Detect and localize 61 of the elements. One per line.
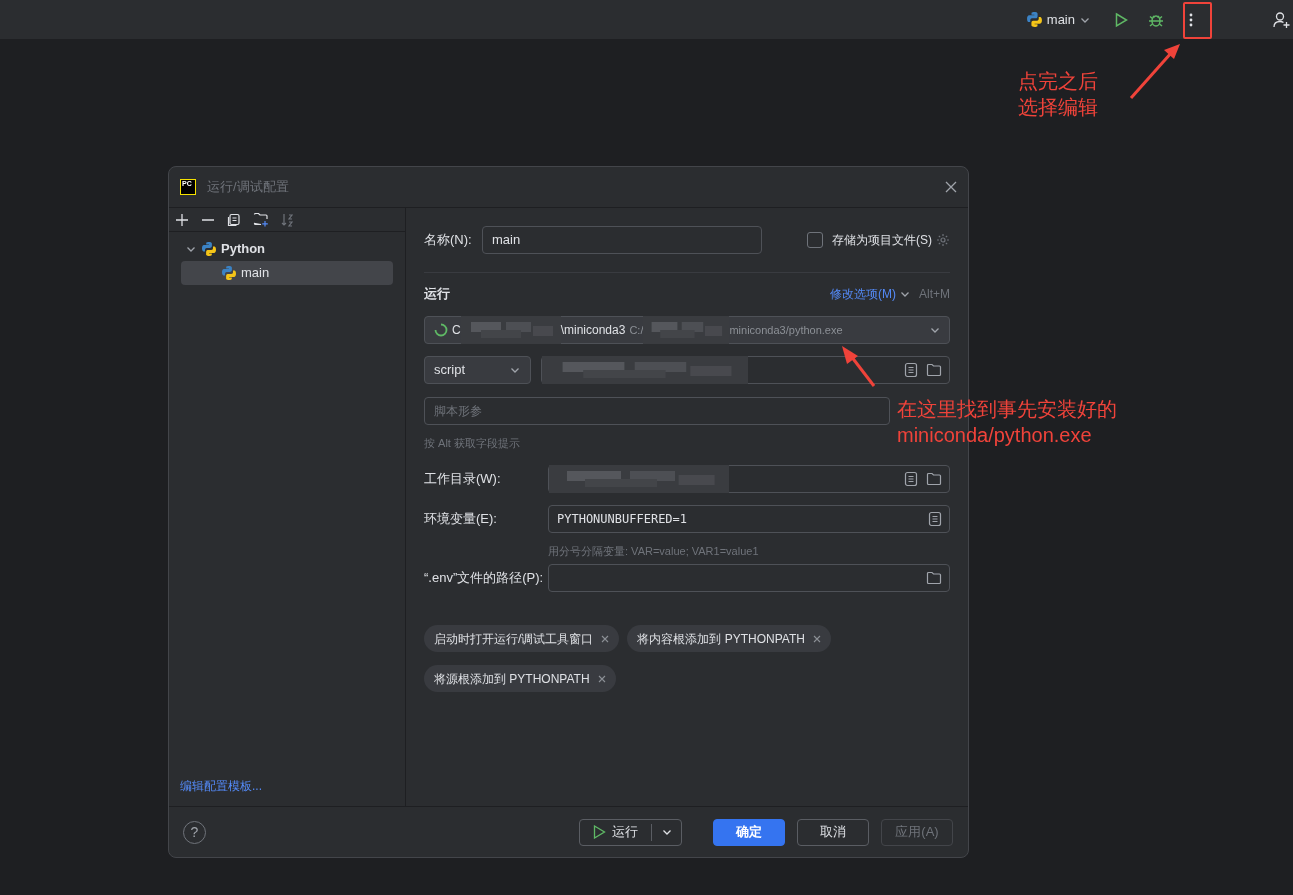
field-label: 环境变量(E): bbox=[424, 509, 498, 528]
edit-templates-link[interactable]: 编辑配置模板... bbox=[169, 777, 405, 806]
arrow-drawing bbox=[1128, 42, 1182, 100]
document-icon[interactable] bbox=[904, 470, 918, 487]
hint-text: 用分号分隔变量: VAR=value; VAR1=value1 bbox=[548, 543, 760, 559]
dialog-title: 运行/调试配置 bbox=[207, 178, 289, 197]
close-icon[interactable] bbox=[945, 181, 957, 193]
annotation-text: 点完之后 选择编辑 bbox=[1018, 69, 1098, 120]
document-icon[interactable] bbox=[928, 510, 942, 527]
loading-spinner-icon bbox=[434, 323, 448, 337]
dialog-button[interactable]: 确定 bbox=[713, 818, 785, 846]
script-path-field[interactable] bbox=[541, 356, 950, 384]
option-chip[interactable]: 启动时打开运行/调试工具窗口 bbox=[424, 625, 620, 652]
checkbox[interactable] bbox=[807, 232, 823, 248]
python-icon bbox=[201, 241, 217, 257]
interpreter-dropdown[interactable]: C \miniconda3 C:/ miniconda3/python.exe bbox=[424, 316, 950, 344]
interpreter-path: C:/ bbox=[629, 322, 644, 338]
tree-item[interactable]: main bbox=[181, 261, 393, 285]
field-label: 名称(N): bbox=[424, 231, 473, 250]
new-folder-icon[interactable] bbox=[253, 212, 269, 227]
highlight-box bbox=[1183, 2, 1212, 39]
gear-icon[interactable] bbox=[936, 233, 950, 247]
field-label: 工作目录(W): bbox=[424, 469, 502, 488]
option-chip[interactable]: 将源根添加到 PYTHONPATH bbox=[424, 665, 616, 692]
section-title: 运行 bbox=[424, 285, 450, 304]
env-file-field[interactable] bbox=[548, 564, 950, 592]
dialog-button[interactable]: 取消 bbox=[797, 818, 869, 846]
name-field[interactable]: main bbox=[482, 226, 762, 254]
python-icon bbox=[221, 265, 237, 281]
interpreter-path: miniconda3/python.exe bbox=[729, 322, 843, 338]
sort-icon[interactable] bbox=[281, 212, 295, 227]
tree-item[interactable]: Python bbox=[181, 237, 393, 261]
run-split-button[interactable]: 运行 bbox=[579, 818, 682, 846]
modify-options-link[interactable]: 修改选项(M) bbox=[830, 285, 911, 303]
run-config-selector[interactable]: main bbox=[1025, 9, 1091, 30]
copy-icon[interactable] bbox=[227, 212, 241, 227]
python-icon bbox=[1025, 11, 1043, 28]
close-icon[interactable] bbox=[812, 634, 821, 643]
working-directory-field[interactable] bbox=[548, 464, 950, 493]
add-user-icon[interactable] bbox=[1273, 10, 1291, 29]
run-icon bbox=[593, 825, 606, 839]
env-variables-field[interactable]: PYTHONUNBUFFERED=1 bbox=[548, 504, 950, 533]
add-icon[interactable] bbox=[175, 212, 189, 227]
interpreter-name: \miniconda3 bbox=[560, 322, 626, 339]
script-type-dropdown[interactable]: script bbox=[424, 356, 531, 384]
script-args-field[interactable]: 脚本形参 bbox=[424, 397, 890, 425]
annotation-text: 在这里找到事先安装好的 miniconda/python.exe bbox=[897, 397, 1117, 448]
document-icon[interactable] bbox=[904, 362, 918, 378]
folder-icon[interactable] bbox=[926, 571, 942, 585]
close-icon[interactable] bbox=[597, 674, 606, 683]
run-icon[interactable] bbox=[1113, 11, 1129, 28]
checkbox-label: 存储为项目文件(S) bbox=[832, 232, 932, 249]
folder-icon[interactable] bbox=[926, 471, 942, 486]
close-icon[interactable] bbox=[601, 634, 610, 643]
folder-icon[interactable] bbox=[926, 363, 942, 377]
field-label: “.env”文件的路径(P): bbox=[424, 569, 545, 588]
shortcut-hint: Alt+M bbox=[919, 286, 950, 303]
option-chip[interactable]: 将内容根添加到 PYTHONPATH bbox=[627, 625, 831, 652]
more-options-icon[interactable] bbox=[1189, 11, 1193, 28]
interpreter-name: C bbox=[452, 322, 461, 339]
arrow-drawing bbox=[839, 344, 877, 388]
